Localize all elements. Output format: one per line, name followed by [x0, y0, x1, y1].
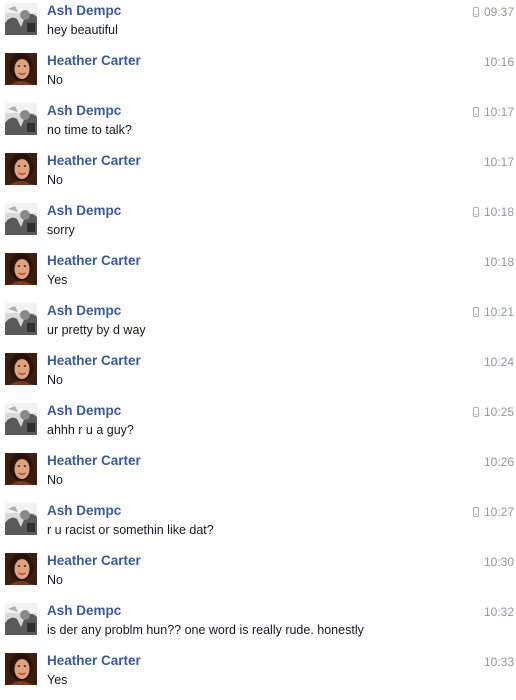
avatar-ash[interactable] — [5, 303, 37, 335]
message-item: Heather Carter Yes 10:33 — [0, 650, 516, 700]
message-text: No — [47, 173, 63, 187]
phone-icon — [472, 407, 479, 417]
avatar-heather[interactable] — [5, 353, 37, 385]
phone-icon — [472, 507, 479, 517]
sender-name[interactable]: Heather Carter — [47, 253, 141, 269]
message-thread: Ash Dempc hey beautiful 09:37 Heather Ca… — [0, 0, 516, 700]
message-meta: 10:16 — [484, 55, 514, 69]
sender-name[interactable]: Heather Carter — [47, 353, 141, 369]
avatar-heather[interactable] — [5, 453, 37, 485]
sender-name[interactable]: Heather Carter — [47, 53, 141, 69]
message-text: Yes — [47, 273, 68, 287]
avatar-heather[interactable] — [5, 253, 37, 285]
avatar-ash[interactable] — [5, 503, 37, 535]
timestamp: 10:24 — [483, 355, 514, 369]
message-item: Heather Carter No 10:30 — [0, 550, 516, 600]
phone-icon — [472, 307, 479, 317]
avatar-ash[interactable] — [5, 103, 37, 135]
sender-name[interactable]: Ash Dempc — [47, 103, 121, 119]
message-text: r u racist or somethin like dat? — [47, 523, 214, 537]
message-item: Heather Carter No 10:16 — [0, 50, 516, 100]
timestamp: 10:30 — [483, 555, 514, 569]
message-meta: 10:33 — [484, 655, 514, 669]
message-meta: 10:17 — [472, 105, 514, 119]
sender-name[interactable]: Ash Dempc — [47, 203, 121, 219]
message-text: is der any problm hun?? one word is real… — [47, 623, 364, 637]
sender-name[interactable]: Heather Carter — [47, 153, 141, 169]
message-item: Heather Carter No 10:26 — [0, 450, 516, 500]
timestamp: 10:25 — [483, 405, 514, 419]
message-meta: 10:25 — [472, 405, 514, 419]
message-meta: 10:30 — [484, 555, 514, 569]
message-item: Heather Carter No 10:24 — [0, 350, 516, 400]
message-text: sorry — [47, 223, 75, 237]
timestamp: 10:18 — [483, 255, 514, 269]
message-text: hey beautiful — [47, 23, 118, 37]
message-meta: 10:26 — [484, 455, 514, 469]
message-meta: 09:37 — [472, 5, 514, 19]
sender-name[interactable]: Heather Carter — [47, 453, 141, 469]
avatar-ash[interactable] — [5, 3, 37, 35]
message-item: Heather Carter No 10:17 — [0, 150, 516, 200]
message-item: Ash Dempc no time to talk? 10:17 — [0, 100, 516, 150]
timestamp: 10:18 — [483, 205, 514, 219]
message-text: No — [47, 573, 63, 587]
message-text: No — [47, 73, 63, 87]
message-item: Ash Dempc ahhh r u a guy? 10:25 — [0, 400, 516, 450]
sender-name[interactable]: Heather Carter — [47, 653, 141, 669]
message-meta: 10:32 — [484, 605, 514, 619]
message-text: No — [47, 373, 63, 387]
message-meta: 10:18 — [484, 255, 514, 269]
avatar-ash[interactable] — [5, 403, 37, 435]
message-text: no time to talk? — [47, 123, 132, 137]
sender-name[interactable]: Ash Dempc — [47, 503, 121, 519]
avatar-heather[interactable] — [5, 153, 37, 185]
message-meta: 10:17 — [484, 155, 514, 169]
message-text: ur pretty by d way — [47, 323, 146, 337]
avatar-heather[interactable] — [5, 53, 37, 85]
sender-name[interactable]: Ash Dempc — [47, 303, 121, 319]
message-meta: 10:27 — [472, 505, 514, 519]
sender-name[interactable]: Ash Dempc — [47, 403, 121, 419]
message-text: No — [47, 473, 63, 487]
avatar-ash[interactable] — [5, 203, 37, 235]
phone-icon — [472, 207, 479, 217]
timestamp: 10:21 — [483, 305, 514, 319]
message-item: Ash Dempc is der any problm hun?? one wo… — [0, 600, 516, 650]
message-meta: 10:18 — [472, 205, 514, 219]
timestamp: 10:32 — [483, 605, 514, 619]
message-meta: 10:24 — [484, 355, 514, 369]
avatar-heather[interactable] — [5, 553, 37, 585]
message-item: Ash Dempc r u racist or somethin like da… — [0, 500, 516, 550]
message-item: Ash Dempc ur pretty by d way 10:21 — [0, 300, 516, 350]
phone-icon — [472, 7, 479, 17]
avatar-heather[interactable] — [5, 653, 37, 685]
timestamp: 09:37 — [483, 5, 514, 19]
phone-icon — [472, 107, 479, 117]
timestamp: 10:26 — [483, 455, 514, 469]
timestamp: 10:27 — [483, 505, 514, 519]
avatar-ash[interactable] — [5, 603, 37, 635]
timestamp: 10:17 — [483, 105, 514, 119]
message-item: Ash Dempc hey beautiful 09:37 — [0, 0, 516, 50]
message-text: ahhh r u a guy? — [47, 423, 134, 437]
timestamp: 10:33 — [483, 655, 514, 669]
timestamp: 10:17 — [483, 155, 514, 169]
sender-name[interactable]: Heather Carter — [47, 553, 141, 569]
timestamp: 10:16 — [483, 55, 514, 69]
sender-name[interactable]: Ash Dempc — [47, 603, 121, 619]
message-meta: 10:21 — [472, 305, 514, 319]
message-item: Ash Dempc sorry 10:18 — [0, 200, 516, 250]
message-item: Heather Carter Yes 10:18 — [0, 250, 516, 300]
sender-name[interactable]: Ash Dempc — [47, 3, 121, 19]
